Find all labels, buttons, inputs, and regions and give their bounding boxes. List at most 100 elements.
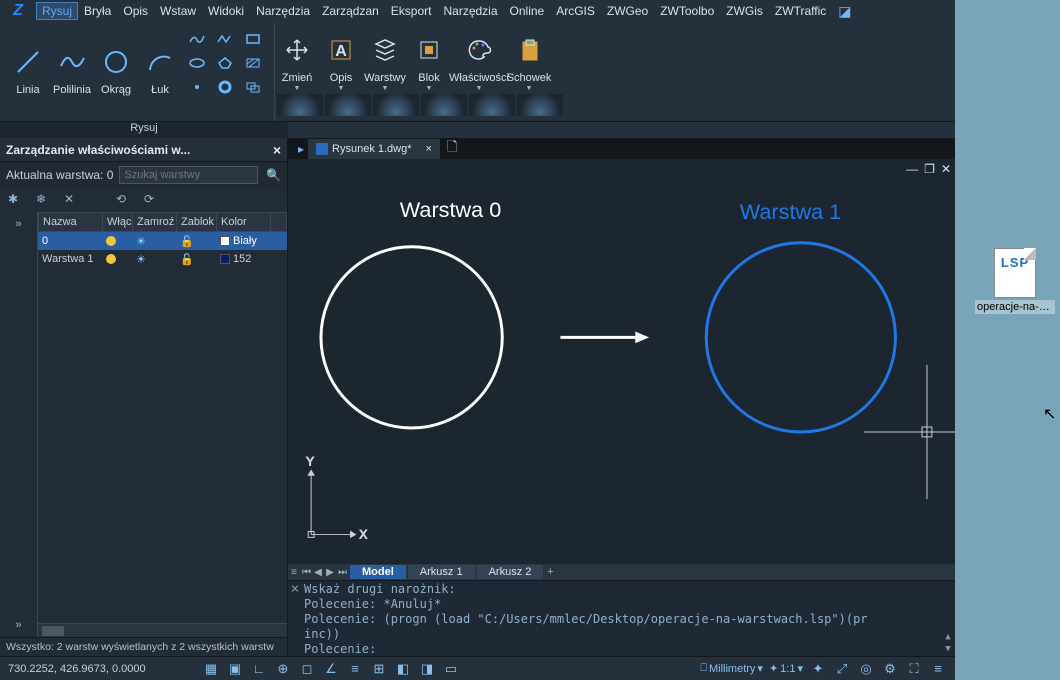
ortho-toggle-icon[interactable]: ∟: [250, 660, 268, 678]
sheet-first[interactable]: ⏮: [300, 567, 312, 578]
mdi-restore[interactable]: ❐: [924, 162, 935, 176]
bulb-icon[interactable]: [106, 236, 116, 246]
menu-zarządzan[interactable]: Zarządzan: [316, 2, 385, 20]
tree-expand[interactable]: »: [15, 619, 21, 631]
viewport-thumb[interactable]: [373, 94, 419, 116]
sheet-last[interactable]: ⏭: [336, 567, 348, 578]
lwt-toggle-icon[interactable]: ≡: [346, 660, 364, 678]
new-document-button[interactable]: 🗋: [441, 136, 463, 162]
sheet-tab-model[interactable]: Model: [350, 565, 406, 579]
menu-arcgis[interactable]: ArcGIS: [550, 2, 601, 20]
sheet-tab-1[interactable]: Arkusz 1: [408, 565, 475, 579]
delete-layer-icon[interactable]: ✕: [64, 192, 82, 208]
osnap-toggle-icon[interactable]: ◻: [298, 660, 316, 678]
customize-status-icon[interactable]: ≡: [929, 660, 947, 678]
desktop-file-lsp[interactable]: LSP operacje-na-warst...: [977, 248, 1053, 314]
tool-point-icon[interactable]: [184, 76, 210, 98]
scale-indicator[interactable]: ✦ 1:1 ▾: [769, 662, 803, 675]
tool-rectangle-icon[interactable]: [240, 28, 266, 50]
panel-close-button[interactable]: ×: [273, 142, 281, 158]
document-tab[interactable]: Rysunek 1.dwg* ×: [308, 139, 441, 159]
viewport-thumb[interactable]: [421, 94, 467, 116]
viewport-thumb[interactable]: [469, 94, 515, 116]
menu-eksport[interactable]: Eksport: [385, 2, 438, 20]
anno-toggle-icon[interactable]: ✦: [809, 660, 827, 678]
viewport-thumb[interactable]: [517, 94, 563, 116]
menu-online[interactable]: Online: [504, 2, 551, 20]
sheet-next[interactable]: ▶: [324, 567, 336, 578]
layer-row[interactable]: Warstwa 1☀🔓 152: [38, 250, 287, 268]
sun-icon[interactable]: ☀: [136, 253, 146, 266]
layer-hscroll[interactable]: [38, 623, 287, 637]
layer-refresh-icon[interactable]: ⟳: [144, 192, 162, 208]
transparency-icon[interactable]: ◨: [418, 660, 436, 678]
otrack-toggle-icon[interactable]: ∠: [322, 660, 340, 678]
panel-layers[interactable]: Warstwy▼: [363, 22, 407, 92]
menu-narzędzia[interactable]: Narzędzia: [437, 2, 503, 20]
menu-rysuj[interactable]: Rysuj: [36, 2, 78, 20]
sun-icon[interactable]: ☀: [136, 235, 146, 248]
viewport-thumb[interactable]: [277, 94, 323, 116]
viewport-thumb[interactable]: [325, 94, 371, 116]
settings-icon[interactable]: ⚙: [881, 660, 899, 678]
polar-toggle-icon[interactable]: ⊕: [274, 660, 292, 678]
tool-line[interactable]: Linia: [6, 26, 50, 96]
col-freeze[interactable]: Zamroź: [133, 213, 177, 231]
tool-donut-icon[interactable]: [212, 76, 238, 98]
console-close[interactable]: ×: [288, 581, 302, 656]
lock-icon[interactable]: 🔓: [180, 235, 194, 248]
menu-bryła[interactable]: Bryła: [78, 2, 117, 20]
lock-icon[interactable]: 🔓: [180, 253, 194, 266]
tool-ellipse-icon[interactable]: [184, 52, 210, 74]
command-console[interactable]: × Wskaż drugi narożnik: Polecenie: *Anul…: [288, 580, 955, 656]
panel-block[interactable]: Blok▼: [407, 22, 451, 92]
tree-collapse[interactable]: »: [15, 218, 21, 230]
layer-search-input[interactable]: [124, 169, 253, 181]
menu-zwtoolbo[interactable]: ZWToolbo: [654, 2, 720, 20]
cycle-toggle-icon[interactable]: ◧: [394, 660, 412, 678]
sheet-add[interactable]: +: [543, 566, 557, 578]
tool-arc[interactable]: Łuk: [138, 26, 182, 96]
grid-toggle-icon[interactable]: ▦: [202, 660, 220, 678]
isolate-icon[interactable]: ◎: [857, 660, 875, 678]
menu-wstaw[interactable]: Wstaw: [154, 2, 202, 20]
units-indicator[interactable]: ⎕ Millimetry ▾: [700, 662, 763, 675]
layer-row[interactable]: 0☀🔓 Biały: [38, 232, 287, 250]
new-layer-freeze-icon[interactable]: ❄: [36, 192, 54, 208]
layer-search-box[interactable]: [119, 166, 258, 184]
sheet-tab-2[interactable]: Arkusz 2: [477, 565, 544, 579]
new-layer-icon[interactable]: ✱: [8, 192, 26, 208]
document-tab-close[interactable]: ×: [426, 143, 432, 155]
tool-hatch-icon[interactable]: [240, 52, 266, 74]
search-icon[interactable]: 🔍: [266, 168, 281, 182]
col-on[interactable]: Włąc: [103, 213, 133, 231]
panel-properties[interactable]: Właściwości▼: [451, 22, 507, 92]
sheet-menu-icon[interactable]: ≡: [288, 567, 300, 578]
col-lock[interactable]: Zablok: [177, 213, 217, 231]
color-swatch[interactable]: [220, 236, 230, 246]
sheet-prev[interactable]: ◀: [312, 567, 324, 578]
panel-clipboard[interactable]: Schowek▼: [507, 22, 551, 92]
tool-zigzag-icon[interactable]: [212, 28, 238, 50]
drawing-canvas[interactable]: Warstwa 0 Warstwa 1 X Y: [288, 160, 955, 564]
menu-zwgeo[interactable]: ZWGeo: [601, 2, 654, 20]
menu-widoki[interactable]: Widoki: [202, 2, 250, 20]
tool-circle[interactable]: Okrąg: [94, 26, 138, 96]
panel-modify[interactable]: Zmień▼: [275, 22, 319, 92]
menu-opis[interactable]: Opis: [117, 2, 154, 20]
mdi-close[interactable]: ✕: [941, 162, 951, 176]
menu-narzędzia[interactable]: Narzędzia: [250, 2, 316, 20]
col-color[interactable]: Kolor: [217, 213, 271, 231]
recent-commands-icon[interactable]: ◪: [838, 3, 854, 19]
workspace-icon[interactable]: ⤢: [833, 660, 851, 678]
panel-annotation[interactable]: A Opis▼: [319, 22, 363, 92]
menu-zwtraffic[interactable]: ZWTraffic: [769, 2, 832, 20]
doc-tab-arrow-icon[interactable]: ▸: [294, 142, 308, 156]
tool-polyline[interactable]: Polilinia: [50, 26, 94, 96]
dyn-toggle-icon[interactable]: ⊞: [370, 660, 388, 678]
menu-zwgis[interactable]: ZWGis: [720, 2, 769, 20]
tool-region-icon[interactable]: [240, 76, 266, 98]
tool-spline-icon[interactable]: [184, 28, 210, 50]
console-scrollbar[interactable]: ▲▼: [941, 581, 955, 656]
layer-states-icon[interactable]: ⟲: [116, 192, 134, 208]
